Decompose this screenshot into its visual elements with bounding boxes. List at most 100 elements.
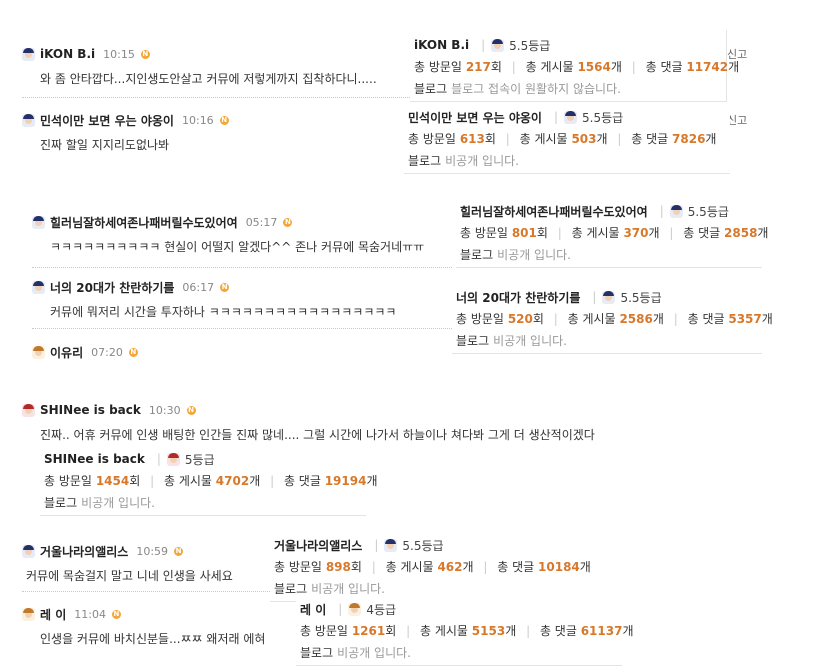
- comment-item: iKON B.i 10:15 N 와 좀 안타깝다...지인생도안살고 커뮤에 …: [22, 46, 377, 87]
- new-badge-icon: N: [219, 115, 229, 125]
- grade-icon: [669, 204, 683, 218]
- reply-count: 11742: [686, 60, 729, 74]
- profile-card: 거울나라의앨리스 | 5.5등급 총 방문일 898회 | 총 게시물 462개…: [270, 530, 591, 602]
- user-avatar-icon[interactable]: [22, 544, 35, 558]
- profile-stats: 총 방문일 1454회 | 총 게시물 4702개 | 총 댓글 19194개: [44, 474, 378, 488]
- visit-count: 1261: [351, 624, 386, 638]
- comment-author[interactable]: 이유리: [50, 344, 83, 361]
- blog-link[interactable]: 블로그: [300, 646, 333, 660]
- comment-author[interactable]: 민석이만 보면 우는 야옹이: [40, 112, 174, 129]
- user-avatar-icon[interactable]: [32, 345, 45, 359]
- grade-label: 5.5등급: [402, 538, 444, 553]
- post-count: 4702: [215, 474, 250, 488]
- comment-author[interactable]: iKON B.i: [40, 47, 95, 61]
- comment-item: SHINee is back 10:30 N 진짜.. 어휴 커뮤에 인생 배팅…: [22, 402, 595, 443]
- user-avatar-icon[interactable]: [22, 113, 35, 127]
- comment-author[interactable]: SHINee is back: [40, 403, 141, 417]
- profile-name[interactable]: SHINee is back: [44, 452, 145, 466]
- profile-card: 너의 20대가 찬란하기를 | 5.5등급 총 방문일 520회 | 총 게시물…: [452, 282, 773, 354]
- post-count: 370: [623, 226, 649, 240]
- comment-text: 진짜.. 어휴 커뮤에 인생 배팅한 인간들 진짜 많네.... 그럴 시간에 …: [40, 428, 595, 442]
- blog-status: 비공개 입니다.: [493, 334, 567, 348]
- divider: |: [553, 110, 559, 124]
- grade-icon: [602, 290, 616, 304]
- blog-row: 블로그 비공개 입니다.: [460, 246, 756, 263]
- visit-count: 217: [465, 60, 491, 74]
- profile-stats: 총 방문일 1261회 | 총 게시물 5153개 | 총 댓글 61137개: [300, 624, 634, 638]
- blog-status: 비공개 입니다.: [497, 248, 571, 262]
- comment-item: 너의 20대가 찬란하기를 06:17 N 커뮤에 뭐저리 시간을 투자하나 ㅋ…: [32, 279, 396, 320]
- grade-label: 5.5등급: [687, 204, 729, 219]
- comment-author[interactable]: 레 이: [40, 606, 66, 623]
- comment-time: 10:15: [103, 47, 135, 61]
- profile-card: iKON B.i | 5.5등급 총 방문일 217회 | 총 게시물 1564…: [410, 30, 740, 102]
- comment-time: 11:04: [74, 607, 106, 621]
- blog-row: 블로그 비공개 입니다.: [408, 152, 724, 169]
- comment-time: 06:17: [182, 280, 215, 294]
- profile-card: 민석이만 보면 우는 야옹이 | 5.5등급 총 방문일 613회 | 총 게시…: [404, 102, 730, 174]
- comment-author[interactable]: 거울나라의앨리스: [40, 543, 128, 560]
- blog-status: 비공개 입니다.: [81, 496, 155, 510]
- profile-name[interactable]: 거울나라의앨리스: [274, 537, 362, 554]
- user-avatar-icon[interactable]: [32, 215, 45, 229]
- new-badge-icon: N: [174, 546, 184, 556]
- profile-name[interactable]: iKON B.i: [414, 38, 469, 52]
- divider: |: [338, 602, 343, 616]
- grade-label: 5.5등급: [582, 110, 624, 125]
- blog-status: 블로그 접속이 원활하지 않습니다.: [451, 82, 621, 96]
- blog-row: 블로그 비공개 입니다.: [44, 494, 360, 511]
- profile-stats: 총 방문일 217회 | 총 게시물 1564개 | 총 댓글 11742개: [414, 60, 740, 74]
- new-badge-icon: N: [128, 347, 138, 357]
- reply-count: 5357: [728, 312, 762, 326]
- profile-name[interactable]: 힐러님잘하세여존나패버릴수도있어여: [460, 203, 648, 220]
- user-avatar-icon[interactable]: [22, 403, 35, 417]
- reply-count: 10184: [538, 560, 580, 574]
- blog-status: 비공개 입니다.: [337, 646, 411, 660]
- profile-name[interactable]: 민석이만 보면 우는 야옹이: [408, 109, 542, 126]
- blog-link[interactable]: 블로그: [414, 82, 447, 96]
- post-count: 2586: [619, 312, 653, 326]
- post-count: 462: [437, 560, 463, 574]
- comment-divider: [22, 591, 282, 592]
- visit-count: 801: [511, 226, 537, 240]
- visit-count: 1454: [95, 474, 130, 488]
- user-avatar-icon[interactable]: [22, 47, 35, 61]
- grade-label: 5.5등급: [620, 290, 662, 305]
- profile-card: 레 이 | 4등급 총 방문일 1261회 | 총 게시물 5153개 | 총 …: [296, 594, 634, 666]
- blog-link[interactable]: 블로그: [456, 334, 489, 348]
- comment-item: 이유리 07:20 N: [32, 344, 138, 360]
- comment-text: ㅋㅋㅋㅋㅋㅋㅋㅋㅋㅋ 현실이 어떨지 알겠다^^ 존나 커뮤에 목숨거네ㅠㅠ: [50, 240, 425, 254]
- new-badge-icon: N: [111, 609, 121, 619]
- blog-row: 블로그 비공개 입니다.: [456, 332, 756, 349]
- comment-author[interactable]: 너의 20대가 찬란하기를: [50, 279, 174, 296]
- blog-row: 블로그 비공개 입니다.: [300, 644, 616, 661]
- comment-author[interactable]: 힐러님잘하세여존나패버릴수도있어여: [50, 214, 238, 231]
- post-count: 503: [571, 132, 597, 146]
- reply-count: 2858: [724, 226, 758, 240]
- comment-time: 05:17: [245, 215, 278, 229]
- user-avatar-icon[interactable]: [32, 280, 45, 294]
- blog-link[interactable]: 블로그: [44, 496, 77, 510]
- blog-link[interactable]: 블로그: [460, 248, 493, 262]
- reply-count: 61137: [580, 624, 623, 638]
- divider: |: [481, 38, 486, 52]
- post-count: 1564: [577, 60, 611, 74]
- profile-name[interactable]: 레 이: [300, 601, 326, 618]
- grade-label: 5등급: [184, 452, 215, 467]
- comment-text: 와 좀 안타깝다...지인생도안살고 커뮤에 저렇게까지 집착하다니.....: [40, 72, 377, 86]
- profile-name[interactable]: 너의 20대가 찬란하기를: [456, 289, 580, 306]
- comment-item: 민석이만 보면 우는 야옹이 10:16 N 진짜 할일 지지리도없나봐: [22, 112, 229, 153]
- blog-link[interactable]: 블로그: [408, 154, 441, 168]
- divider: |: [659, 204, 664, 218]
- comment-time: 10:30: [148, 403, 181, 417]
- report-link[interactable]: 신고: [727, 112, 747, 128]
- visit-count: 520: [507, 312, 533, 326]
- new-badge-icon: N: [283, 217, 293, 227]
- profile-stats: 총 방문일 520회 | 총 게시물 2586개 | 총 댓글 5357개: [456, 312, 773, 326]
- comment-item: 레 이 11:04 N 인생을 커뮤에 바치신분들...ㅉㅉ 왜저래 에혀: [22, 606, 265, 647]
- comment-text: 커뮤에 목숨걸지 말고 니네 인생을 사세요: [26, 569, 233, 583]
- reply-count: 19194: [324, 474, 367, 488]
- comment-divider: [32, 267, 452, 268]
- divider: |: [374, 538, 379, 552]
- user-avatar-icon[interactable]: [22, 607, 35, 621]
